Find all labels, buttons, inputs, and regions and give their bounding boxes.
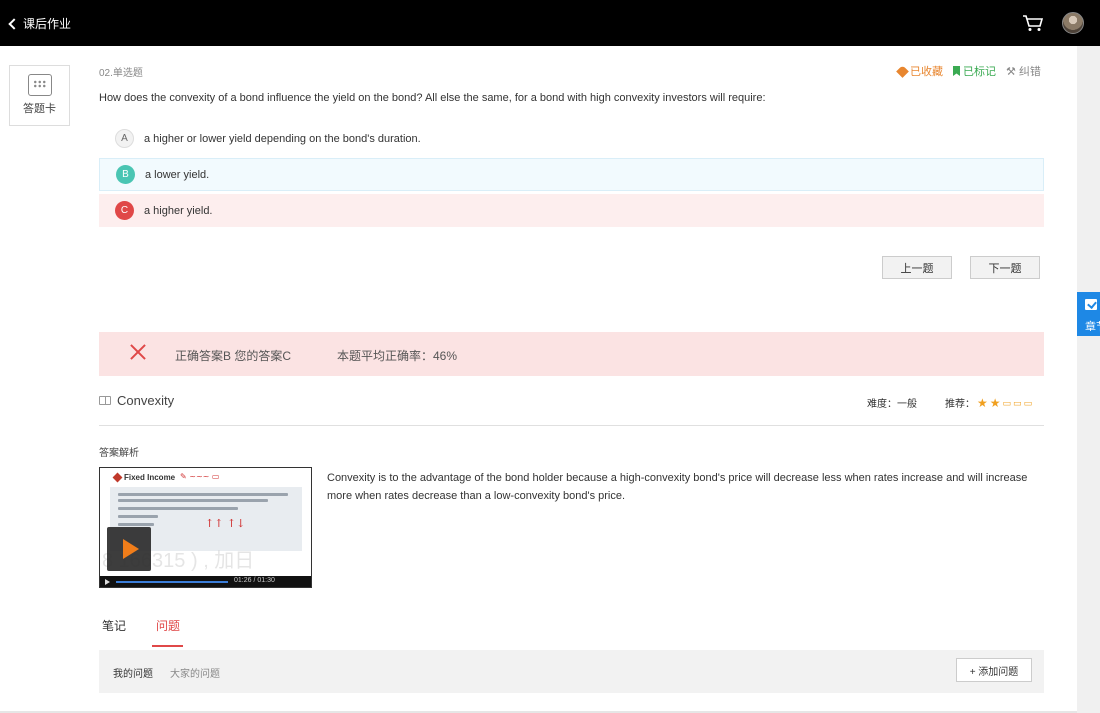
star-filled-icon: ★ (989, 395, 1001, 410)
next-question-button[interactable]: 下一题 (970, 256, 1040, 279)
answer-card-label: 答题卡 (23, 103, 56, 115)
option-text: a higher yield. (144, 204, 213, 217)
avatar[interactable] (1062, 12, 1084, 34)
add-question-button[interactable]: + 添加问题 (956, 658, 1032, 682)
recommendation: 推荐： ★ ★ ▭ ▭ ▭ (945, 395, 1033, 411)
progress-bar[interactable] (116, 581, 228, 583)
option-a[interactable]: A a higher or lower yield depending on t… (99, 122, 1044, 155)
report-error-button[interactable]: ⚒ 纠错 (1006, 63, 1041, 79)
divider (99, 425, 1044, 426)
mark-button[interactable]: 已标记 (953, 63, 996, 79)
slide-text-line (118, 499, 268, 502)
slide-text-line (118, 507, 238, 510)
video-frame: Fixed Income ✎ ~~~ ▭ ↑↑ ↑↓ 8 166315 ) , … (100, 468, 311, 576)
top-bar: 课后作业 (0, 0, 1100, 46)
report-label: 纠错 (1018, 66, 1041, 78)
star-empty-icon: ▭ (1013, 397, 1022, 408)
question-number: 02.单选题 (99, 68, 143, 79)
my-questions-tab[interactable]: 我的问题 (113, 665, 153, 680)
slide-text-line (118, 515, 158, 518)
active-tab-indicator (152, 645, 183, 647)
explanation-label: 答案解析 (99, 448, 139, 459)
star-empty-icon: ▭ (1023, 397, 1033, 408)
play-small-icon[interactable] (105, 579, 110, 585)
questions-panel: 我的问题 大家的问题 + 添加问题 (99, 650, 1044, 693)
favorite-label: 已收藏 (910, 66, 943, 78)
slide-title: Fixed Income (112, 472, 176, 483)
tab-questions[interactable]: 问题 (156, 617, 180, 634)
topic-tag[interactable]: Convexity (99, 393, 174, 408)
video-controls: 01:26 / 01:30 (100, 576, 311, 587)
handwriting-annotation: ✎ ~~~ ▭ (180, 472, 220, 481)
question-text: How does the convexity of a bond influen… (99, 92, 766, 104)
chevron-left-icon (8, 18, 20, 30)
result-bar: 正确答案B 您的答案C 本题平均正确率：46% (99, 332, 1044, 376)
difficulty-label: 难度：一般 (867, 399, 917, 410)
side-chapter-tab[interactable]: 章节 (1077, 292, 1100, 336)
back-label: 课后作业 (23, 17, 72, 31)
option-text: a lower yield. (145, 168, 210, 181)
play-button[interactable] (107, 527, 151, 571)
option-b[interactable]: B a lower yield. (99, 158, 1044, 191)
option-letter: B (116, 165, 135, 184)
tab-notes[interactable]: 笔记 (102, 617, 126, 634)
heart-icon (896, 64, 909, 78)
prev-question-button[interactable]: 上一题 (882, 256, 952, 279)
favorite-button[interactable]: 已收藏 (896, 63, 943, 79)
option-text: a higher or lower yield depending on the… (144, 132, 421, 145)
star-filled-icon: ★ (977, 395, 988, 410)
option-letter: C (115, 201, 134, 220)
option-letter: A (115, 129, 134, 148)
back-button[interactable]: 课后作业 (8, 15, 72, 32)
bookmark-icon (953, 66, 960, 76)
answer-sheet-icon (27, 74, 52, 96)
book-icon (99, 396, 111, 405)
answer-card-button[interactable]: 答题卡 (9, 65, 70, 126)
all-questions-tab[interactable]: 大家的问题 (170, 665, 220, 680)
recommend-label: 推荐： (945, 399, 975, 410)
diamond-icon (112, 472, 123, 483)
video-time: 01:26 / 01:30 (234, 577, 275, 584)
slide-text-line (118, 523, 154, 526)
wrench-icon: ⚒ (1006, 65, 1016, 78)
check-icon (1085, 299, 1097, 310)
question-tools: 已收藏 已标记 ⚒ 纠错 (896, 63, 1041, 79)
explanation-video[interactable]: Fixed Income ✎ ~~~ ▭ ↑↑ ↑↓ 8 166315 ) , … (99, 467, 312, 588)
mark-label: 已标记 (963, 66, 996, 78)
right-scroll-strip (1077, 46, 1100, 713)
option-c[interactable]: C a higher yield. (99, 194, 1044, 227)
wrong-icon (129, 343, 147, 361)
cart-icon[interactable] (1022, 14, 1044, 32)
handwriting-annotation: ↑↑ ↑↓ (205, 517, 246, 530)
topic-name: Convexity (117, 393, 175, 408)
slide-text-line (118, 493, 288, 496)
accuracy-rate: 本题平均正确率：46% (337, 349, 458, 363)
slide-title-text: Fixed Income (124, 473, 176, 482)
explanation-text: Convexity is to the advantage of the bon… (327, 472, 1028, 502)
side-chapter-label: 章节 (1085, 321, 1100, 333)
star-empty-icon: ▭ (1002, 397, 1012, 408)
answer-summary: 正确答案B 您的答案C (175, 349, 292, 363)
